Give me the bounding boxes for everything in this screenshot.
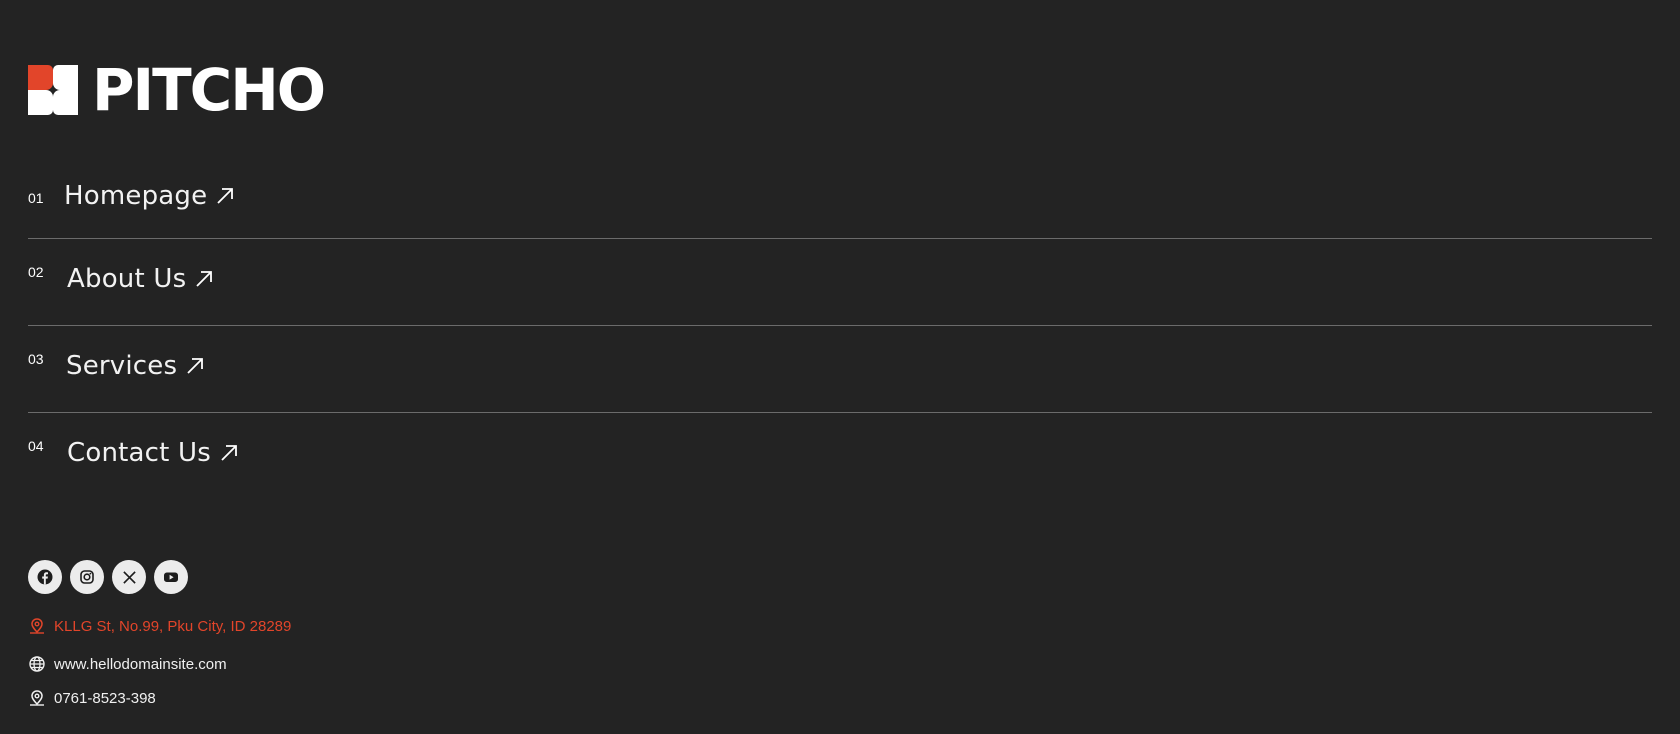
x-icon [122,570,136,584]
nav-item-number: 02 [28,264,44,280]
nav-item-number: 03 [28,351,44,367]
nav-item-label[interactable]: About Us [67,264,186,294]
youtube-icon [164,572,178,582]
address-text: KLLG St, No.99, Pku City, ID 28289 [54,617,292,635]
nav-item-homepage[interactable]: 01 Homepage [28,168,1652,239]
globe-icon [29,656,45,672]
logo-mark-icon [28,65,78,115]
nav-item-link: Homepage [64,181,235,211]
nav-item-link: About Us [67,264,214,294]
instagram-icon [80,570,94,584]
location-icon [30,618,44,634]
nav-item-number: 04 [28,438,44,454]
youtube-link[interactable] [154,560,188,594]
arrow-up-right-icon [196,271,213,287]
social-links [28,560,188,594]
nav-item-label[interactable]: Contact Us [67,438,211,468]
arrow-up-right-icon [187,358,204,374]
nav-item-link: Services [66,351,205,381]
contact-website[interactable]: www.hellodomainsite.com [28,655,227,673]
nav-item-number: 01 [28,190,44,206]
x-link[interactable] [112,560,146,594]
nav-item-label[interactable]: Homepage [64,181,207,211]
phone-icon [30,690,44,706]
footer-nav: 01 Homepage 02 About Us 03 Services 04 C… [28,168,1652,500]
footer-panel: PITCHO 01 Homepage 02 About Us 03 Servic… [0,0,1680,734]
nav-item-link: Contact Us [67,438,239,468]
brand-logo[interactable]: PITCHO [28,56,326,124]
arrow-up-right-icon [217,188,234,204]
arrow-up-right-icon [221,445,237,461]
facebook-link[interactable] [28,560,62,594]
nav-item-services[interactable]: 03 Services [28,326,1652,413]
nav-item-about-us[interactable]: 02 About Us [28,239,1652,326]
facebook-icon [37,569,53,585]
website-text[interactable]: www.hellodomainsite.com [54,656,227,673]
nav-item-label[interactable]: Services [66,351,177,381]
phone-text[interactable]: 0761-8523-398 [54,690,156,707]
nav-item-contact-us[interactable]: 04 Contact Us [28,413,1652,500]
contact-address: KLLG St, No.99, Pku City, ID 28289 [28,617,291,635]
instagram-link[interactable] [70,560,104,594]
contact-phone[interactable]: 0761-8523-398 [28,689,156,707]
logo-wordmark: PITCHO [92,56,326,124]
